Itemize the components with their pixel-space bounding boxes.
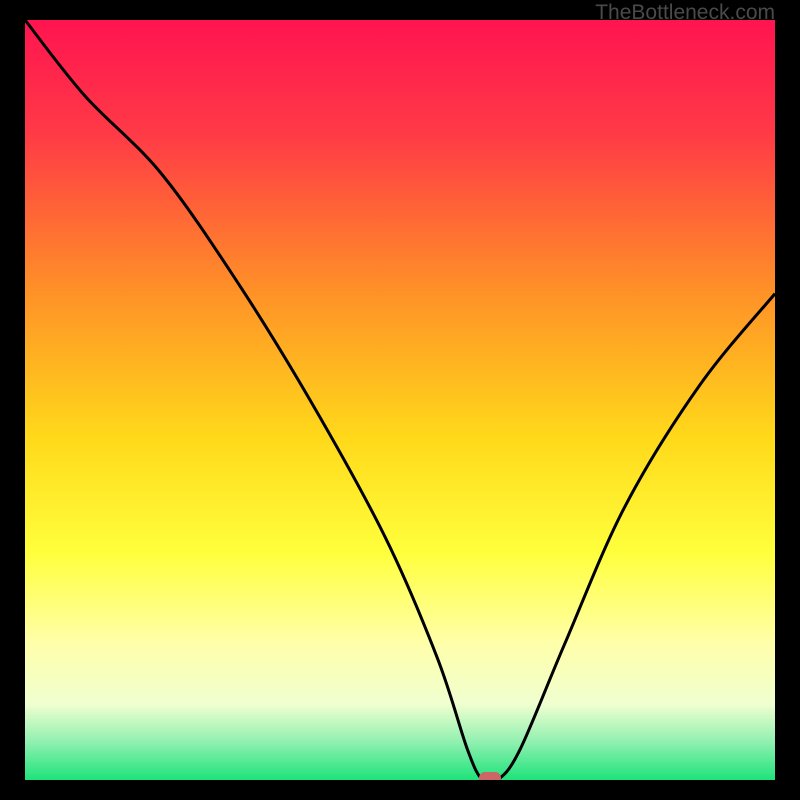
attribution-text: TheBottleneck.com [595, 1, 775, 25]
optimal-marker [479, 772, 501, 780]
plot-area [25, 20, 775, 780]
chart-frame: TheBottleneck.com [0, 0, 800, 800]
bottleneck-curve [25, 20, 775, 780]
